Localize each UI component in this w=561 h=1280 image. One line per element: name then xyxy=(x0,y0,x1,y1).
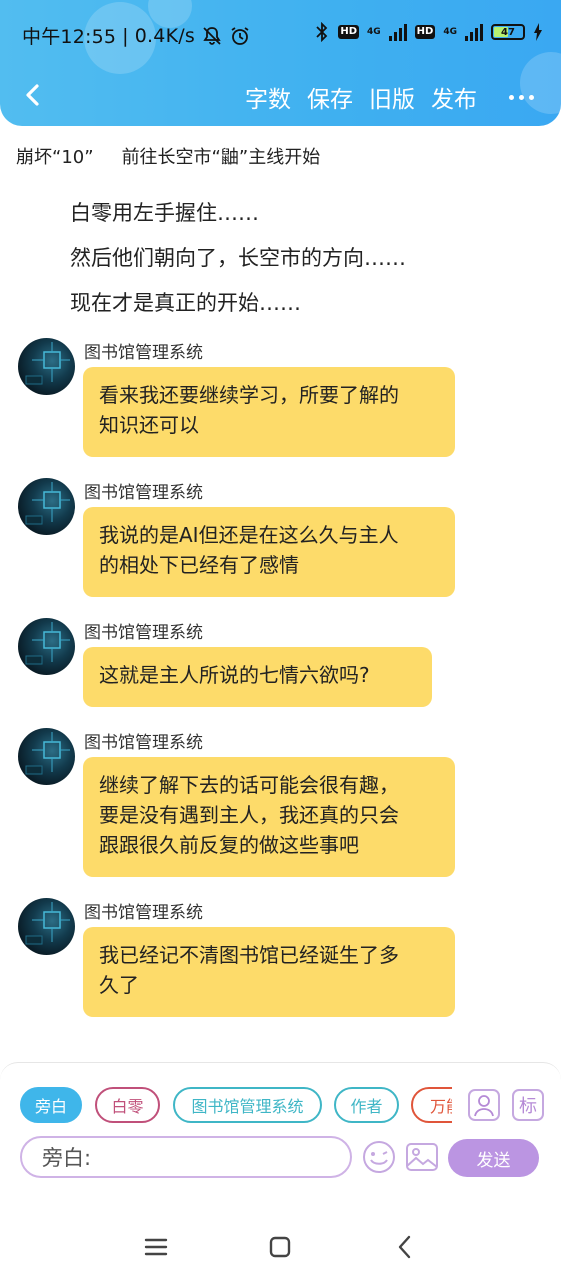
sender-name: 图书馆管理系统 xyxy=(84,903,203,923)
narration-line[interactable]: 然后他们朝向了，长空市的方向…… xyxy=(70,243,406,288)
avatar[interactable] xyxy=(18,338,75,395)
message-input[interactable]: 旁白: xyxy=(20,1136,352,1178)
image-icon[interactable] xyxy=(404,1139,440,1175)
sender-name: 图书馆管理系统 xyxy=(84,623,203,643)
send-button[interactable]: 发送 xyxy=(448,1139,539,1177)
message-line: 知识还可以 xyxy=(99,413,199,437)
role-chip-library-system[interactable]: 图书馆管理系统 xyxy=(173,1087,322,1123)
chip-avatar-icon xyxy=(25,482,70,525)
status-time: 中午12:55 xyxy=(22,26,117,48)
alarm-icon xyxy=(231,26,249,45)
charging-icon xyxy=(534,23,542,41)
person-glyph xyxy=(474,1095,494,1117)
avatar[interactable] xyxy=(18,478,75,535)
narration-block: 白零用左手握住…… 然后他们朝向了，长空市的方向…… 现在才是真正的开始…… xyxy=(70,198,406,333)
message-bubble[interactable]: 这就是主人所说的七情六欲吗? xyxy=(83,647,432,707)
emoji-icon[interactable] xyxy=(361,1139,397,1175)
message-line: 看来我还要继续学习，所要了解的 xyxy=(99,383,399,407)
role-selector: 旁白 白零 图书馆管理系统 作者 万能 xyxy=(20,1087,452,1125)
book-title[interactable]: 崩坏“10” xyxy=(16,143,94,169)
sender-name: 图书馆管理系统 xyxy=(84,733,203,753)
avatar[interactable] xyxy=(18,618,75,675)
narration-line[interactable]: 现在才是真正的开始…… xyxy=(70,288,406,333)
battery-level: 47 xyxy=(501,26,515,38)
back-button[interactable] xyxy=(16,78,50,112)
bluetooth-icon xyxy=(316,22,328,42)
avatar[interactable] xyxy=(18,728,75,785)
message-bubble[interactable]: 看来我还要继续学习，所要了解的 知识还可以 xyxy=(83,367,455,457)
person-icon[interactable] xyxy=(468,1089,500,1121)
message-bubble[interactable]: 继续了解下去的话可能会很有趣， 要是没有遇到主人，我还真的只会 跟跟很久前反复的… xyxy=(83,757,455,877)
role-chip-universal[interactable]: 万能 xyxy=(411,1087,452,1123)
message-line: 我已经记不清图书馆已经诞生了多 xyxy=(99,943,399,967)
hd-badge: HD xyxy=(338,25,360,39)
sender-name: 图书馆管理系统 xyxy=(84,343,203,363)
network-type: 4G xyxy=(443,27,457,37)
narration-line[interactable]: 白零用左手握住…… xyxy=(70,198,406,243)
sender-name: 图书馆管理系统 xyxy=(84,483,203,503)
save-button[interactable]: 保存 xyxy=(307,80,353,114)
home-icon[interactable] xyxy=(265,1232,295,1262)
menu-icon[interactable] xyxy=(141,1232,171,1262)
old-version-button[interactable]: 旧版 xyxy=(369,80,415,114)
role-chip-bailing[interactable]: 白零 xyxy=(95,1087,160,1123)
message-bubble[interactable]: 我已经记不清图书馆已经诞生了多 久了 xyxy=(83,927,455,1017)
status-separator: | xyxy=(122,24,129,47)
message-line: 我说的是AI但还是在这么久与主人 xyxy=(99,523,399,547)
network-type: 4G xyxy=(367,26,381,37)
back-icon xyxy=(26,84,39,106)
status-bar: 中午12:55 | 0.4K/s HD 4G HD 4G 47 xyxy=(0,0,561,70)
breadcrumb: 崩坏“10” 前往长空市“鼬”主线开始 xyxy=(16,143,320,169)
nav-back-icon[interactable] xyxy=(390,1232,420,1262)
message-line: 的相处下已经有了感情 xyxy=(99,553,299,577)
composer-panel: 旁白 白零 图书馆管理系统 作者 万能 标 旁白: 发送 xyxy=(0,1062,561,1212)
battery-icon: 47 xyxy=(491,24,525,40)
chip-avatar-icon xyxy=(25,622,70,665)
message-line: 要是没有遇到主人，我还真的只会 xyxy=(99,803,399,827)
publish-button[interactable]: 发布 xyxy=(431,80,477,114)
hd-badge: HD xyxy=(414,25,436,39)
signal-icon xyxy=(388,23,407,41)
signal-icon xyxy=(465,23,483,41)
network-speed: 0.4K/s xyxy=(134,24,195,47)
chapter-title[interactable]: 前往长空市“鼬”主线开始 xyxy=(122,143,321,169)
message-line: 继续了解下去的话可能会很有趣， xyxy=(99,773,399,797)
app-header: 中午12:55 | 0.4K/s HD 4G HD 4G 47 字数 保存 旧版… xyxy=(0,0,561,126)
avatar[interactable] xyxy=(18,898,75,955)
input-placeholder: 旁白: xyxy=(42,1146,92,1170)
message-line: 这就是主人所说的七情六欲吗? xyxy=(99,663,370,687)
message-line: 跟跟很久前反复的做这些事吧 xyxy=(99,833,359,857)
role-chip-narration[interactable]: 旁白 xyxy=(20,1087,82,1123)
chip-avatar-icon xyxy=(25,902,70,945)
message-bubble[interactable]: 我说的是AI但还是在这么久与主人 的相处下已经有了感情 xyxy=(83,507,455,597)
word-count-button[interactable]: 字数 xyxy=(245,80,291,114)
system-navigation-bar xyxy=(0,1212,561,1280)
chip-avatar-icon xyxy=(25,732,70,775)
more-icon[interactable] xyxy=(505,94,537,100)
mute-icon xyxy=(203,26,221,45)
chip-avatar-icon xyxy=(25,342,70,385)
top-toolbar: 字数 保存 旧版 发布 xyxy=(0,72,561,118)
message-line: 久了 xyxy=(99,973,139,997)
role-chip-author[interactable]: 作者 xyxy=(334,1087,399,1123)
tag-button[interactable]: 标 xyxy=(512,1089,544,1121)
